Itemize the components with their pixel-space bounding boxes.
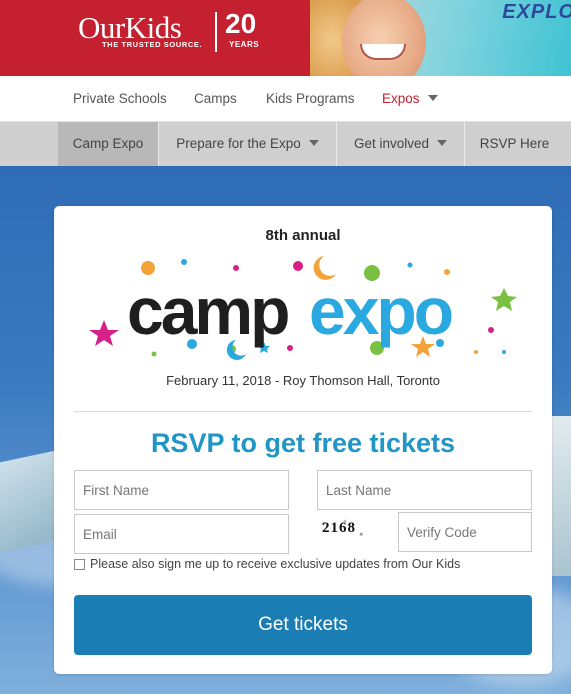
anniversary-number: 20 (225, 8, 257, 39)
logo-word-expo: expo (309, 274, 452, 348)
get-tickets-button[interactable]: Get tickets (74, 595, 532, 655)
banner-photo: EXPLO (310, 0, 571, 76)
watermark: FocusLearning (434, 656, 553, 672)
tab-prepare-label: Prepare for the Expo (176, 136, 301, 151)
tab-get-involved[interactable]: Get involved (336, 122, 464, 166)
top-banner: OurKids THE TRUSTED SOURCE. 20 YEARS EXP… (0, 0, 571, 76)
tab-get-involved-label: Get involved (353, 136, 430, 151)
nav-item-camps[interactable]: Camps (194, 91, 237, 106)
confetti-dot (141, 261, 155, 275)
email-field[interactable] (74, 514, 289, 554)
tab-camp-expo-label: Camp Expo (72, 136, 144, 151)
nav-item-expos[interactable]: Expos (382, 91, 438, 106)
annual-label: 8th annual (265, 227, 341, 244)
confetti-dot (488, 327, 494, 333)
chat-bubble-icon (434, 656, 455, 672)
camp-expo-logo: camp expo (89, 256, 517, 360)
last-name-field[interactable] (317, 470, 532, 510)
nav-item-private-schools[interactable]: Private Schools (73, 91, 167, 106)
tab-rsvp-label: RSVP Here (479, 136, 550, 151)
captcha-image: 2168 (318, 516, 372, 542)
star-icon (491, 288, 517, 311)
confetti-dot (407, 262, 413, 268)
chevron-down-icon (308, 140, 319, 147)
rsvp-card: 8th annual camp expo February 11, 2018 -… (54, 206, 552, 674)
nav-item-kids-programs[interactable]: Kids Programs (266, 91, 355, 106)
verify-code-field[interactable] (398, 512, 532, 552)
first-name-field[interactable] (74, 470, 289, 510)
nav-item-expos-label: Expos (382, 91, 420, 106)
star-icon (89, 320, 119, 346)
consent-label: Please also sign me up to receive exclus… (90, 557, 461, 571)
tab-prepare-for-expo[interactable]: Prepare for the Expo (158, 122, 336, 166)
brand-tagline: THE TRUSTED SOURCE. (102, 40, 203, 49)
logo-divider (215, 12, 217, 52)
sub-nav: Camp Expo Prepare for the Expo Get invol… (0, 122, 571, 166)
confetti-dot (502, 350, 506, 354)
rsvp-title: RSVP to get free tickets (150, 428, 456, 458)
chevron-down-icon (427, 95, 438, 102)
confetti-dot (233, 265, 239, 271)
event-info: February 11, 2018 - Roy Thomson Hall, To… (166, 373, 440, 388)
consent-option[interactable]: Please also sign me up to receive exclus… (74, 557, 460, 571)
confetti-dot (293, 261, 303, 271)
chevron-down-icon (437, 140, 448, 147)
confetti-dot (474, 350, 478, 354)
tab-rsvp-here[interactable]: RSVP Here (464, 122, 564, 166)
confetti-dot (181, 259, 187, 265)
anniversary-unit: YEARS (229, 40, 260, 49)
photo-caption: EXPLO (502, 1, 571, 23)
brand-logo[interactable]: OurKids THE TRUSTED SOURCE. 20 YEARS (0, 0, 310, 76)
photo-face (342, 0, 426, 76)
logo-word-camp: camp (127, 274, 288, 348)
tab-camp-expo[interactable]: Camp Expo (58, 122, 158, 166)
consent-checkbox[interactable] (74, 558, 85, 570)
main-nav: Private Schools Camps Kids Programs Expo… (0, 76, 571, 122)
watermark-text: FocusLearning (460, 656, 553, 672)
confetti-dot (287, 345, 293, 351)
divider (74, 411, 532, 412)
confetti-dot (151, 351, 157, 357)
